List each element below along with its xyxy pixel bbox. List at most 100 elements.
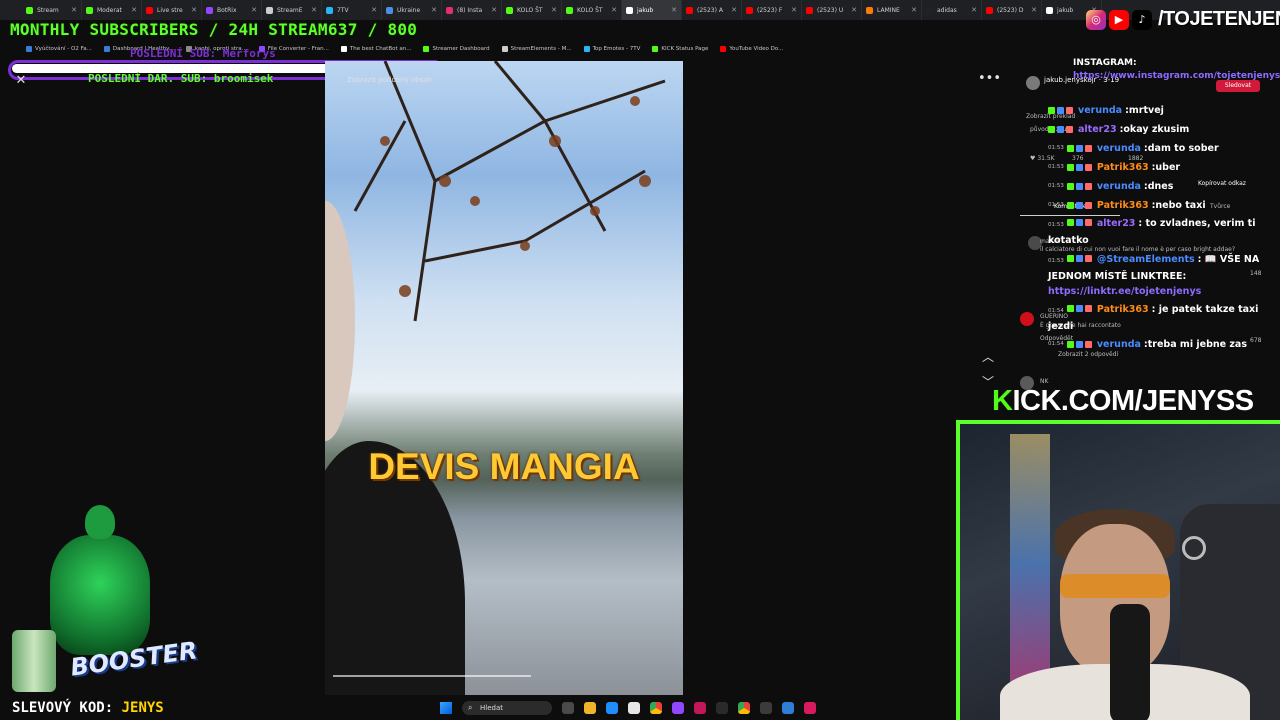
chat-text: treba mi jebne zas xyxy=(1147,338,1247,350)
browser-tab[interactable]: Ukraine ✕ xyxy=(382,0,442,20)
app-icon[interactable] xyxy=(760,702,772,714)
webcam-frame xyxy=(956,420,1280,720)
copy-link-button[interactable]: Kopírovat odkaz xyxy=(1198,180,1246,187)
close-tab-icon[interactable]: ✕ xyxy=(971,6,977,14)
browser-tab[interactable]: jakub ✕ xyxy=(622,0,682,20)
close-tab-icon[interactable]: ✕ xyxy=(851,6,857,14)
bookmark-item[interactable]: YouTube Video Do... xyxy=(720,46,783,52)
bookmark-item[interactable]: The best ChatBot an... xyxy=(340,46,411,52)
close-tab-icon[interactable]: ✕ xyxy=(191,6,197,14)
browser-tab[interactable]: KOLO ŠT ✕ xyxy=(562,0,622,20)
twitch-icon[interactable] xyxy=(672,702,684,714)
follow-button[interactable]: Sledovat xyxy=(1216,80,1260,92)
browser-tab[interactable]: StreamE ✕ xyxy=(262,0,322,20)
close-tab-icon[interactable]: ✕ xyxy=(311,6,317,14)
chat-username[interactable]: verunda xyxy=(1097,339,1141,350)
browser-tab[interactable]: (2523) U ✕ xyxy=(802,0,862,20)
favicon-icon xyxy=(506,6,513,14)
show-replies-link[interactable]: Zobrazit 2 odpovědí xyxy=(1058,351,1118,358)
chat-username[interactable]: @StreamElements xyxy=(1097,254,1195,265)
chat-username[interactable]: Patrik363 xyxy=(1097,200,1149,211)
sponsor-mascot: BOOSTER xyxy=(12,505,199,695)
bookmark-favicon-icon xyxy=(26,46,32,52)
chat-timestamp: 01:53 xyxy=(1048,145,1064,151)
chat-username[interactable]: verunda xyxy=(1097,143,1141,154)
file-explorer-icon[interactable] xyxy=(584,702,596,714)
app-icon[interactable] xyxy=(716,702,728,714)
favicon-icon xyxy=(26,6,33,14)
bookmark-item[interactable]: Top Emotes - 7TV xyxy=(583,46,640,52)
task-view-icon[interactable] xyxy=(562,702,574,714)
chat-separator: : xyxy=(1197,254,1205,265)
app-icon[interactable] xyxy=(782,702,794,714)
close-tab-icon[interactable]: ✕ xyxy=(1031,6,1037,14)
browser-tab[interactable]: (2523) F ✕ xyxy=(742,0,802,20)
chat-badge-icon xyxy=(1084,219,1092,226)
tab-label: jakub xyxy=(1057,6,1074,14)
more-options-icon[interactable]: ••• xyxy=(978,72,1001,88)
close-icon[interactable]: ✕ xyxy=(14,74,28,88)
close-tab-icon[interactable]: ✕ xyxy=(491,6,497,14)
browser-tab[interactable]: (2523) D ✕ xyxy=(982,0,1042,20)
browser-tab[interactable]: adidas ✕ xyxy=(922,0,982,20)
store-icon[interactable] xyxy=(628,702,640,714)
favicon-icon xyxy=(206,6,213,14)
chat-username[interactable]: verunda xyxy=(1078,105,1122,116)
favicon-icon xyxy=(446,6,453,14)
app-icon[interactable] xyxy=(804,702,816,714)
windows-start-icon[interactable] xyxy=(440,702,452,714)
browser-tab[interactable]: (2523) A ✕ xyxy=(682,0,742,20)
bookmark-item[interactable]: Streamer Dashboard xyxy=(423,46,490,52)
linktree-link[interactable]: https://linktr.ee/tojetenjenys xyxy=(1048,286,1201,297)
chat-username[interactable]: verunda xyxy=(1097,181,1141,192)
browser-tab[interactable]: 7TV ✕ xyxy=(322,0,382,20)
close-tab-icon[interactable]: ✕ xyxy=(431,6,437,14)
close-tab-icon[interactable]: ✕ xyxy=(671,6,677,14)
chat-badge-icon xyxy=(1084,163,1092,171)
close-tab-icon[interactable]: ✕ xyxy=(131,6,137,14)
chat-badge-icon xyxy=(1075,219,1083,226)
close-tab-icon[interactable]: ✕ xyxy=(251,6,257,14)
close-tab-icon[interactable]: ✕ xyxy=(551,6,557,14)
chrome-icon[interactable] xyxy=(738,702,750,714)
video-player[interactable]: Zobrazit podobný obsah DEVIS MANGIA xyxy=(325,61,683,695)
kick-url: KICK.COM/JENYSS xyxy=(992,385,1254,418)
bookmark-item[interactable]: StreamElements - M... xyxy=(501,46,572,52)
taskbar-search[interactable]: Hledat xyxy=(462,701,552,715)
tab-creator[interactable]: Tvůrce xyxy=(1210,203,1230,210)
browser-tab[interactable]: LAMINE ✕ xyxy=(862,0,922,20)
video-progress-bar[interactable] xyxy=(333,675,531,677)
comment-likes: 678 xyxy=(1250,337,1262,344)
app-icon[interactable] xyxy=(694,702,706,714)
edge-icon[interactable] xyxy=(606,702,618,714)
chat-username[interactable]: Patrik363 xyxy=(1097,304,1149,315)
close-tab-icon[interactable]: ✕ xyxy=(71,6,77,14)
close-tab-icon[interactable]: ✕ xyxy=(371,6,377,14)
stream-screen: Stream ✕ Moderat ✕ Live stre ✕ BotRix ✕ StreamE ✕… xyxy=(0,0,1280,720)
close-tab-icon[interactable]: ✕ xyxy=(611,6,617,14)
chevron-up-icon[interactable]: ︿ xyxy=(980,348,996,364)
close-tab-icon[interactable]: ✕ xyxy=(791,6,797,14)
browser-tab[interactable]: (8) Insta ✕ xyxy=(442,0,502,20)
chat-username[interactable]: Patrik363 xyxy=(1097,162,1149,173)
browser-tab[interactable]: KOLO ŠT ✕ xyxy=(502,0,562,20)
chat-username[interactable]: alter23 xyxy=(1078,124,1117,135)
tab-label: Ukraine xyxy=(397,6,421,14)
chat-badge-icon xyxy=(1048,125,1055,133)
chat-username[interactable]: alter23 xyxy=(1097,218,1136,229)
orange-glasses xyxy=(1060,574,1170,598)
browser-tab[interactable]: BotRix ✕ xyxy=(202,0,262,20)
bookmark-favicon-icon xyxy=(501,46,508,52)
chrome-icon[interactable] xyxy=(650,702,662,714)
close-tab-icon[interactable]: ✕ xyxy=(731,6,737,14)
bookmark-item[interactable]: Vyúčtování - O2 Fa... xyxy=(26,46,92,52)
tab-label: 7TV xyxy=(337,6,349,14)
bookmark-item[interactable]: KICK Status Page xyxy=(652,46,708,52)
close-tab-icon[interactable]: ✕ xyxy=(911,6,917,14)
chat-text: okay zkusim xyxy=(1123,123,1190,135)
chat-separator: : xyxy=(1151,304,1159,315)
tree-branches xyxy=(353,61,666,322)
browser-tab[interactable]: Stream ✕ xyxy=(22,0,82,20)
browser-tab[interactable]: Live stre ✕ xyxy=(142,0,202,20)
browser-tab[interactable]: Moderat ✕ xyxy=(82,0,142,20)
